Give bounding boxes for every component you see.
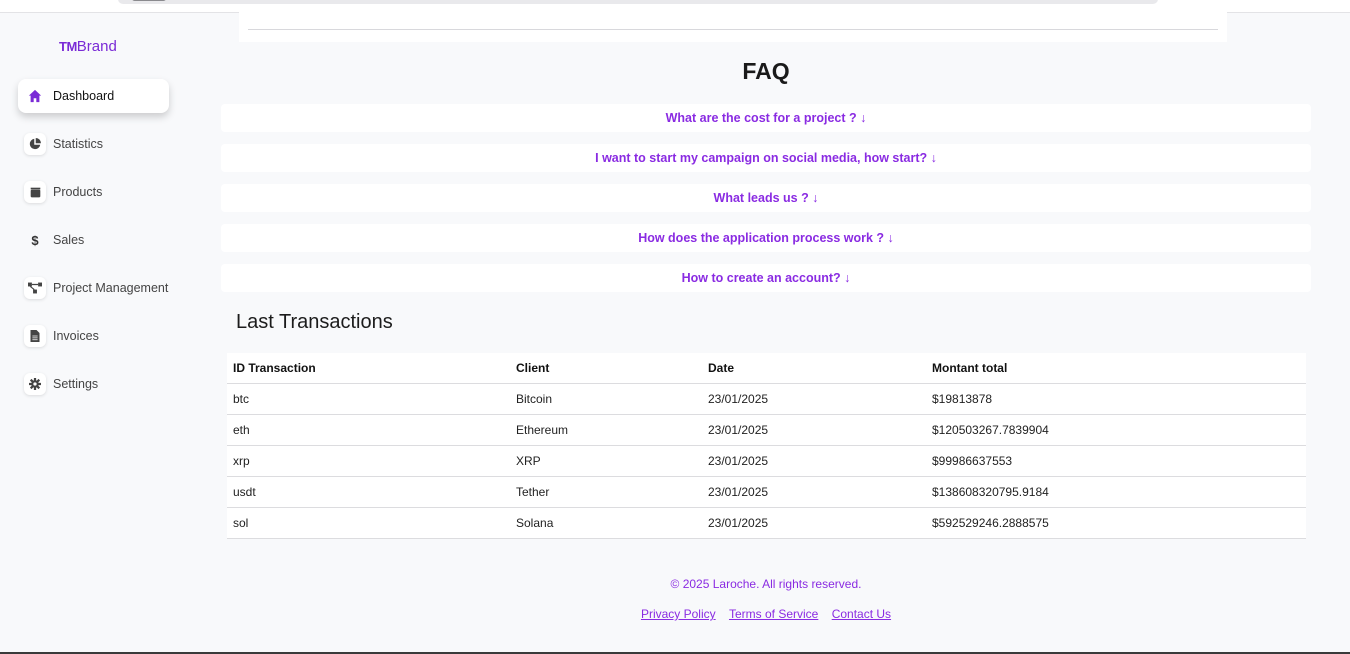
cell-amount: $19813878	[926, 383, 1306, 415]
footer-links: Privacy Policy Terms of Service Contact …	[221, 607, 1311, 621]
faq-item-cost[interactable]: What are the cost for a project ? ↓	[221, 104, 1311, 132]
sidebar-item-products[interactable]: Products	[18, 175, 169, 209]
sidebar-item-label: Invoices	[53, 329, 99, 343]
column-header-amount: Montant total	[926, 353, 1306, 384]
cell-date: 23/01/2025	[702, 507, 926, 539]
sidebar-item-label: Dashboard	[53, 89, 115, 103]
cell-id: sol	[227, 507, 510, 539]
divider	[248, 29, 1218, 30]
sidebar-item-label: Statistics	[53, 137, 104, 151]
faq-item-campaign[interactable]: I want to start my campaign on social me…	[221, 144, 1311, 172]
faq-item-create-account[interactable]: How to create an account? ↓	[221, 264, 1311, 292]
sidebar-item-statistics[interactable]: Statistics	[18, 127, 169, 161]
footer-copyright: © 2025 Laroche. All rights reserved.	[670, 577, 862, 591]
horizontal-scrollbar[interactable]	[118, 0, 1158, 4]
sidebar-item-dashboard[interactable]: Dashboard	[18, 79, 169, 113]
cell-date: 23/01/2025	[702, 445, 926, 477]
cell-amount: $138608320795.9184	[926, 476, 1306, 508]
scrollbar-thumb[interactable]	[132, 0, 166, 1]
cell-date: 23/01/2025	[702, 383, 926, 415]
home-icon	[24, 85, 46, 107]
transactions-title: Last Transactions	[236, 311, 393, 333]
box-icon	[24, 181, 46, 203]
contact-us-link[interactable]: Contact Us	[832, 607, 891, 621]
brand-logo[interactable]: TMBrand	[59, 38, 117, 55]
sidebar-item-sales[interactable]: $ Sales	[18, 223, 169, 257]
cell-client: Tether	[510, 476, 702, 508]
table-row: btc Bitcoin 23/01/2025 $19813878	[227, 383, 1306, 415]
sidebar-item-project-management[interactable]: Project Management	[18, 271, 169, 305]
sidebar-item-label: Project Management	[53, 281, 169, 295]
privacy-policy-link[interactable]: Privacy Policy	[641, 607, 716, 621]
table-header-row: ID Transaction Client Date Montant total	[227, 353, 1306, 384]
column-header-client: Client	[510, 353, 702, 384]
cell-id: btc	[227, 383, 510, 415]
sidebar: TMBrand Dashboard Statistics Products $ …	[0, 12, 200, 652]
sidebar-item-label: Sales	[53, 233, 85, 247]
sidebar-item-label: Settings	[53, 377, 99, 391]
cell-amount: $592529246.2888575	[926, 507, 1306, 539]
terms-of-service-link[interactable]: Terms of Service	[729, 607, 818, 621]
cell-amount: $99986637553	[926, 445, 1306, 477]
sidebar-item-invoices[interactable]: Invoices	[18, 319, 169, 353]
invoice-icon	[24, 325, 46, 347]
sidebar-item-label: Products	[53, 185, 103, 199]
table-row: xrp XRP 23/01/2025 $99986637553	[227, 445, 1306, 477]
top-card	[239, 12, 1227, 42]
table-row: eth Ethereum 23/01/2025 $120503267.78399…	[227, 414, 1306, 446]
cell-id: eth	[227, 414, 510, 446]
faq-title: FAQ	[742, 58, 790, 84]
pie-chart-icon	[24, 133, 46, 155]
sidebar-item-settings[interactable]: Settings	[18, 367, 169, 401]
cell-client: Solana	[510, 507, 702, 539]
cell-date: 23/01/2025	[702, 414, 926, 446]
faq-item-leads[interactable]: What leads us ? ↓	[221, 184, 1311, 212]
project-diagram-icon	[24, 277, 46, 299]
column-header-id: ID Transaction	[227, 353, 510, 384]
cell-id: xrp	[227, 445, 510, 477]
cell-client: XRP	[510, 445, 702, 477]
cell-id: usdt	[227, 476, 510, 508]
column-header-date: Date	[702, 353, 926, 384]
cell-date: 23/01/2025	[702, 476, 926, 508]
brand-name: Brand	[76, 38, 117, 55]
cell-amount: $120503267.7839904	[926, 414, 1306, 446]
dollar-icon: $	[31, 232, 39, 248]
transactions-table: ID Transaction Client Date Montant total…	[227, 353, 1306, 539]
faq-item-application-process[interactable]: How does the application process work ? …	[221, 224, 1311, 252]
gear-icon	[24, 373, 46, 395]
table-row: sol Solana 23/01/2025 $592529246.2888575	[227, 507, 1306, 539]
table-row: usdt Tether 23/01/2025 $138608320795.918…	[227, 476, 1306, 508]
cell-client: Ethereum	[510, 414, 702, 446]
brand-prefix: TM	[59, 39, 77, 54]
cell-client: Bitcoin	[510, 383, 702, 415]
